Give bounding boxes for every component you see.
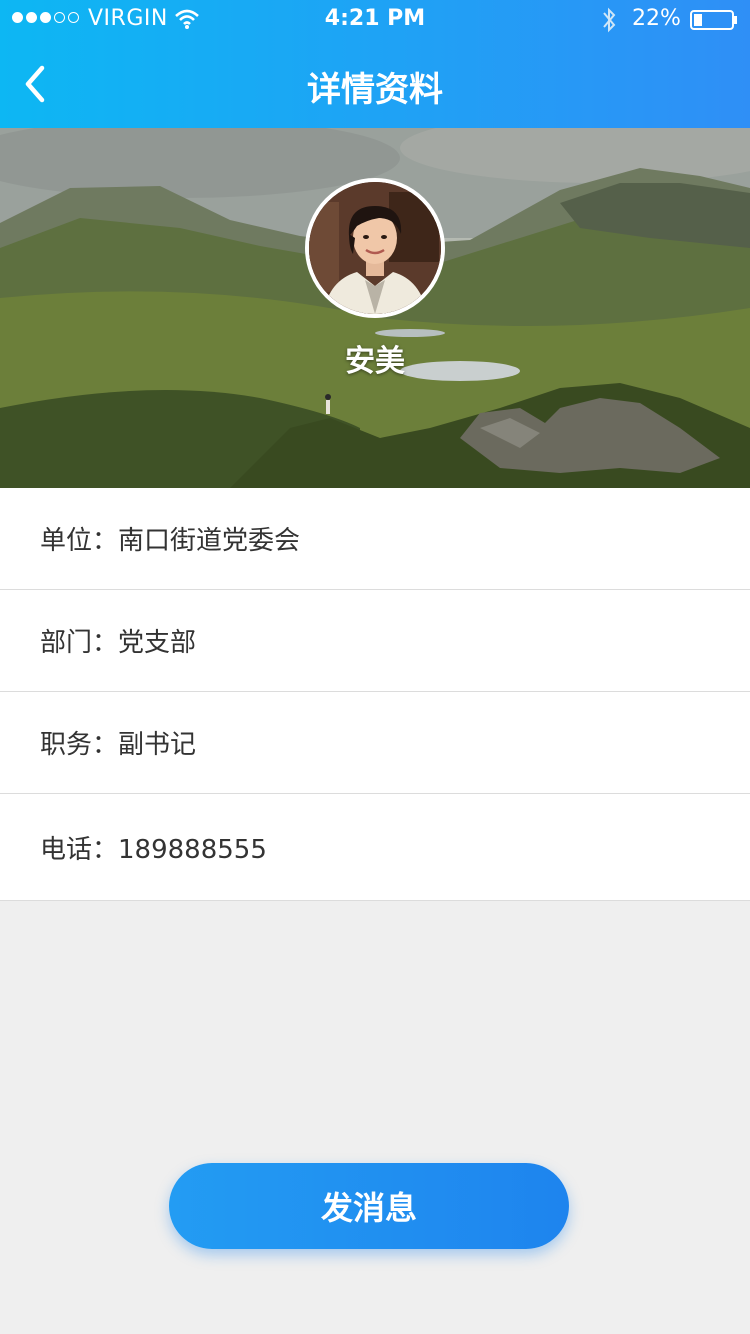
info-row-company: 单位：南口街道党委会 [0, 488, 750, 590]
status-bar: VIRGIN 4:21 PM 22% [0, 0, 750, 40]
header: VIRGIN 4:21 PM 22% 详情资料 [0, 0, 750, 128]
profile-banner: 安美 [0, 128, 750, 488]
info-row-position: 职务：副书记 [0, 692, 750, 794]
avatar[interactable] [305, 178, 445, 318]
battery-percent: 22% [632, 6, 681, 31]
send-message-button[interactable]: 发消息 [169, 1163, 569, 1249]
info-list: 单位：南口街道党委会 部门：党支部 职务：副书记 电话：189888555 [0, 488, 750, 901]
profile-detail-screen: VIRGIN 4:21 PM 22% 详情资料 安美 单位：南口街道党委会 部门… [0, 0, 750, 1334]
avatar-photo [309, 182, 441, 314]
page-title: 详情资料 [307, 70, 443, 110]
bluetooth-icon [603, 7, 616, 33]
nav-bar: 详情资料 [0, 40, 750, 128]
info-row-phone[interactable]: 电话：189888555 [0, 794, 750, 901]
battery-icon [690, 10, 737, 30]
info-row-department: 部门：党支部 [0, 590, 750, 692]
user-name: 安美 [345, 344, 405, 379]
